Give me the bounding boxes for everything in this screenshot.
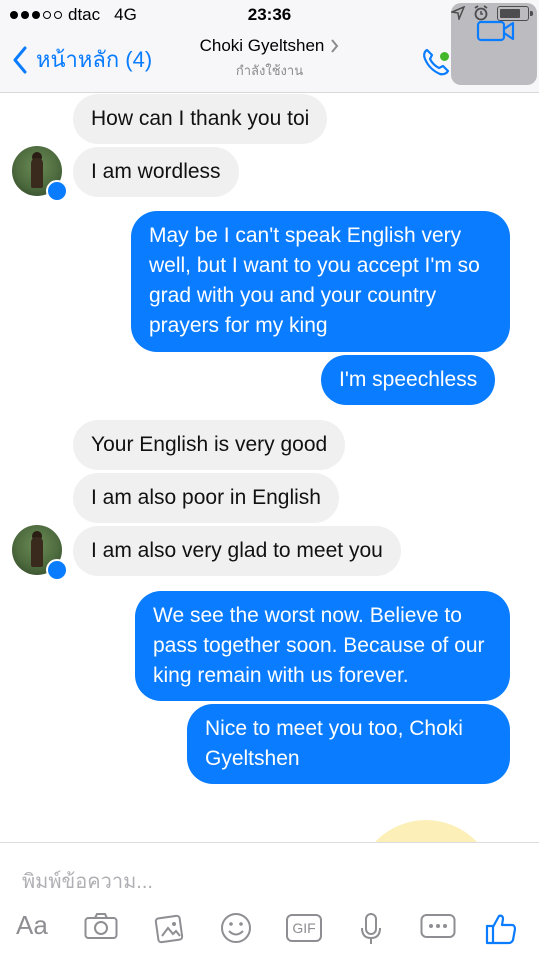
photo-gallery-icon[interactable] (154, 912, 186, 944)
composer: พิมพ์ข้อความ... (0, 842, 539, 961)
message-bubble-incoming[interactable]: I am also very glad to meet you (73, 526, 401, 576)
messenger-badge-icon (46, 559, 68, 581)
message-bubble-incoming[interactable]: I am also poor in English (73, 473, 339, 523)
contact-avatar[interactable] (12, 525, 68, 581)
message-bubble-outgoing[interactable]: We see the worst now. Believe to pass to… (135, 591, 510, 701)
gif-button[interactable]: GIF (286, 914, 322, 942)
message-bubble-outgoing[interactable]: May be I can't speak English very well, … (131, 211, 510, 352)
more-options-icon[interactable] (420, 912, 456, 940)
message-bubble-incoming[interactable]: I am wordless (73, 147, 239, 197)
video-call-overlay (451, 3, 537, 85)
message-bubble-incoming[interactable]: How can I thank you toi (73, 94, 328, 144)
video-call-icon[interactable] (476, 18, 516, 44)
online-indicator (438, 50, 451, 63)
message-bubble-incoming[interactable]: Your English is very good (73, 420, 346, 470)
emoji-icon[interactable] (220, 912, 252, 944)
contact-name: Choki Gyeltshen (199, 36, 325, 55)
text-format-button[interactable]: Aa (16, 910, 48, 941)
contact-avatar[interactable] (12, 146, 68, 202)
like-thumbs-up-icon[interactable] (484, 912, 518, 946)
microphone-icon[interactable] (360, 912, 382, 946)
message-input[interactable]: พิมพ์ข้อความ... (22, 865, 153, 897)
message-bubble-outgoing[interactable]: Nice to meet you too, Choki Gyeltshen (187, 704, 510, 784)
messenger-badge-icon (46, 180, 68, 202)
camera-icon[interactable] (84, 912, 118, 940)
chevron-right-icon (331, 39, 339, 53)
message-bubble-outgoing[interactable]: I'm speechless (321, 355, 496, 405)
